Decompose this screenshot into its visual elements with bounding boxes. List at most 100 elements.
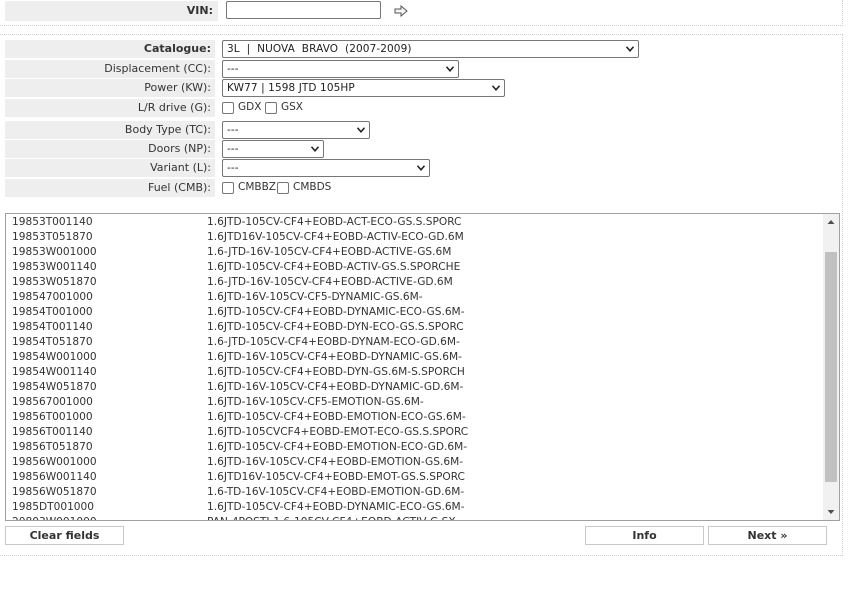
list-item[interactable]: 19856W001140 1.6JTD16V-105CV-CF4+EOBD-EMO… <box>6 470 824 485</box>
chevron-down-icon <box>492 85 500 91</box>
gdx-checkbox-label: GDX <box>238 101 262 113</box>
version-code: 19853T001140 <box>12 216 93 228</box>
version-description: 1.6-JTD-105CV-CF4+EOBD-DYNAM-ECO-GD.6M- <box>207 336 460 348</box>
version-code: 198547001000 <box>12 291 93 303</box>
cmbbz-checkbox[interactable] <box>222 182 234 194</box>
list-item[interactable]: 20803W001000 PAN-4POSTI-1.6-105CV-CF4+EOB… <box>6 515 824 520</box>
gsx-checkbox-label: GSX <box>281 101 303 113</box>
fuel-label: Fuel (CMB): <box>5 179 215 197</box>
doors-label: Doors (NP): <box>5 140 215 158</box>
version-description: 1.6JTD-16V-105CV-CF4+EOBD-DYNAMIC-GD.6M- <box>207 381 464 393</box>
version-description: 1.6JTD-16V-105CV-CF4+EOBD-EMOTION-GS.6M- <box>207 456 464 468</box>
version-description: 1.6JTD-105CV-CF4+EOBD-DYN-GS.6M-S.SPORCH <box>207 366 465 378</box>
version-description: 1.6-JTD-16V-105CV-CF4+EOBD-ACTIVE-GD.6M <box>207 276 453 288</box>
next-button[interactable]: Next » <box>708 526 827 545</box>
version-code: 19856W001140 <box>12 471 97 483</box>
version-code: 19853W001000 <box>12 246 97 258</box>
version-code: 19856T001000 <box>12 411 93 423</box>
chevron-down-icon <box>626 46 634 52</box>
list-item[interactable]: 198547001000 1.6JTD-16V-105CV-CF5-DYNAMIC… <box>6 290 824 305</box>
list-item[interactable]: 19854T051870 1.6-JTD-105CV-CF4+EOBD-DYNAM… <box>6 335 824 350</box>
version-description: 1.6JTD-16V-105CV-CF4+EOBD-DYNAMIC-GS.6M- <box>207 351 462 363</box>
version-code: 19853W001140 <box>12 261 97 273</box>
version-code: 19854W001000 <box>12 351 97 363</box>
vin-panel: VIN: <box>0 0 843 26</box>
list-item[interactable]: 19853T051870 1.6JTD16V-105CV-CF4+EOBD-ACT… <box>6 230 824 245</box>
body-type-value: --- <box>227 124 239 136</box>
list-item[interactable]: 19854T001140 1.6JTD-105CV-CF4+EOBD-DYN-EC… <box>6 320 824 335</box>
version-code: 198567001000 <box>12 396 93 408</box>
version-code: 19856T001140 <box>12 426 93 438</box>
displacement-value: --- <box>227 63 239 75</box>
version-code: 19854W001140 <box>12 366 97 378</box>
chevron-down-icon <box>417 165 425 171</box>
vin-input[interactable] <box>226 1 381 19</box>
vin-label-cell: VIN: <box>5 1 218 21</box>
list-item[interactable]: 19853W001140 1.6JTD-105CV-CF4+EOBD-ACTIV-… <box>6 260 824 275</box>
scroll-thumb[interactable] <box>825 252 837 482</box>
list-item[interactable]: 19856W051870 1.6-TD-16V-105CV-CF4+EOBD-EM… <box>6 485 824 500</box>
list-item[interactable]: 19856T051870 1.6JTD-105CV-CF4+EOBD-EMOTIO… <box>6 440 824 455</box>
version-description: 1.6JTD-105CV-CF4+EOBD-DYN-ECO-GS.S.SPORC <box>207 321 464 333</box>
body-type-label: Body Type (TC): <box>5 121 215 139</box>
list-item[interactable]: 19854W051870 1.6JTD-16V-105CV-CF4+EOBD-DY… <box>6 380 824 395</box>
version-code: 20803W001000 <box>12 515 97 520</box>
list-item[interactable]: 19856T001140 1.6JTD-105CVCF4+EOBD-EMOT-EC… <box>6 425 824 440</box>
catalogue-label: Catalogue: <box>5 40 215 58</box>
version-listbox[interactable]: 19853T001140 1.6JTD-105CV-CF4+EOBD-ACT-EC… <box>5 213 840 521</box>
arrow-right-icon[interactable] <box>394 4 408 18</box>
variant-select[interactable]: --- <box>222 159 430 177</box>
clear-fields-button[interactable]: Clear fields <box>5 526 124 545</box>
catalogue-select[interactable]: 3L | NUOVA BRAVO (2007-2009) <box>222 40 639 58</box>
version-description: 1.6JTD-105CV-CF4+EOBD-ACT-ECO-GS.S.SPORC <box>207 216 462 228</box>
version-code: 19854T001140 <box>12 321 93 333</box>
doors-value: --- <box>227 143 239 155</box>
list-item[interactable]: 19856W001000 1.6JTD-16V-105CV-CF4+EOBD-EM… <box>6 455 824 470</box>
chevron-down-icon <box>311 146 319 152</box>
lr-drive-label: L/R drive (G): <box>5 99 215 117</box>
gsx-checkbox[interactable] <box>265 102 277 114</box>
version-description: 1.6-TD-16V-105CV-CF4+EOBD-EMOTION-GD.6M- <box>207 486 465 498</box>
power-value: KW77 | 1598 JTD 105HP <box>227 82 355 94</box>
list-item[interactable]: 19856T001000 1.6JTD-105CV-CF4+EOBD-EMOTIO… <box>6 410 824 425</box>
version-description: 1.6JTD-105CV-CF4+EOBD-EMOTION-ECO-GS.6M- <box>207 411 466 423</box>
info-button[interactable]: Info <box>585 526 704 545</box>
list-item[interactable]: 19854W001000 1.6JTD-16V-105CV-CF4+EOBD-DY… <box>6 350 824 365</box>
catalogue-value: 3L | NUOVA BRAVO (2007-2009) <box>227 43 412 55</box>
chevron-down-icon <box>446 66 454 72</box>
version-code: 19856T051870 <box>12 441 93 453</box>
list-item[interactable]: 19853T001140 1.6JTD-105CV-CF4+EOBD-ACT-EC… <box>6 215 824 230</box>
list-item[interactable]: 198567001000 1.6JTD-16V-105CV-CF5-EMOTION… <box>6 395 824 410</box>
list-item[interactable]: 19853W051870 1.6-JTD-16V-105CV-CF4+EOBD-A… <box>6 275 824 290</box>
version-description: 1.6JTD-105CV-CF4+EOBD-EMOTION-ECO-GD.6M- <box>207 441 468 453</box>
version-code: 19854T051870 <box>12 336 93 348</box>
version-description: 1.6JTD-105CV-CF4+EOBD-ACTIV-GS.S.SPORCHE <box>207 261 461 273</box>
version-code: 19856W001000 <box>12 456 97 468</box>
doors-select[interactable]: --- <box>222 140 324 158</box>
list-item[interactable]: 1985DT001000 1.6JTD-105CV-CF4+EOBD-DYNAMI… <box>6 500 824 515</box>
scroll-down-arrow[interactable] <box>823 504 839 520</box>
list-item[interactable]: 19853W001000 1.6-JTD-16V-105CV-CF4+EOBD-A… <box>6 245 824 260</box>
version-code: 19854T001000 <box>12 306 93 318</box>
gdx-checkbox[interactable] <box>222 102 234 114</box>
cmbbz-checkbox-label: CMBBZ <box>238 181 276 193</box>
version-description: PAN-4POSTI-1.6-105CV-CF4+EOBD-ACTIV-G.SX <box>207 515 456 520</box>
version-description: 1.6JTD-105CV-CF4+EOBD-DYNAMIC-ECO-GS.6M- <box>207 306 465 318</box>
chevron-down-icon <box>357 127 365 133</box>
displacement-label: Displacement (CC): <box>5 60 215 78</box>
version-description: 1.6JTD-16V-105CV-CF5-DYNAMIC-GS.6M- <box>207 291 423 303</box>
list-item[interactable]: 19854T001000 1.6JTD-105CV-CF4+EOBD-DYNAMI… <box>6 305 824 320</box>
version-description: 1.6-JTD-16V-105CV-CF4+EOBD-ACTIVE-GS.6M <box>207 246 452 258</box>
cmbds-checkbox[interactable] <box>277 182 289 194</box>
variant-label: Variant (L): <box>5 159 215 177</box>
list-item[interactable]: 19854W001140 1.6JTD-105CV-CF4+EOBD-DYN-GS… <box>6 365 824 380</box>
cmbds-checkbox-label: CMBDS <box>293 181 332 193</box>
body-type-select[interactable]: --- <box>222 121 370 139</box>
scroll-up-arrow[interactable] <box>823 214 839 230</box>
vertical-scrollbar[interactable] <box>823 214 839 520</box>
power-select[interactable]: KW77 | 1598 JTD 105HP <box>222 79 505 97</box>
variant-value: --- <box>227 162 239 174</box>
version-description: 1.6JTD-16V-105CV-CF5-EMOTION-GS.6M- <box>207 396 424 408</box>
displacement-select[interactable]: --- <box>222 60 459 78</box>
search-form: Catalogue: 3L | NUOVA BRAVO (2007-2009) … <box>0 34 843 556</box>
